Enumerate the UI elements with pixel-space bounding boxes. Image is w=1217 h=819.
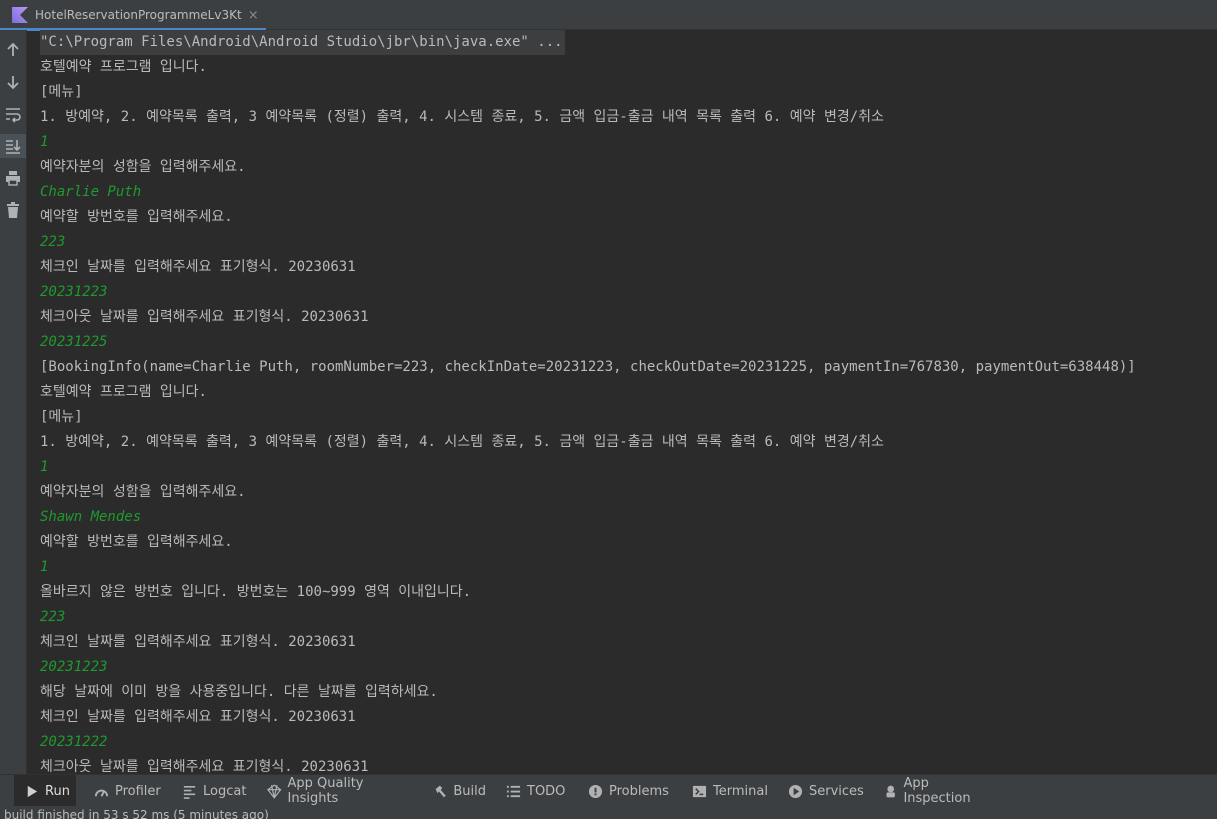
logcat-icon [183,785,196,799]
console-output-line: 예약자분의 성함을 입력해주세요. [40,484,246,500]
tool-tab-label: Problems [609,783,669,799]
services-icon [788,784,803,798]
tool-tab-label: TODO [527,783,566,799]
console-output-line: 체크인 날짜를 입력해주세요 표기형식. 20230631 [40,709,356,725]
tool-tab-app-inspection[interactable]: App Inspection [874,775,990,807]
tool-tab-todo[interactable]: TODO [496,775,568,807]
console-input-line: 223 [40,609,66,625]
tab-title: HotelReservationProgrammeLv3Kt [35,8,242,22]
tool-tab-label: Profiler [115,783,161,799]
list-icon [506,785,521,797]
tool-tab-label: Terminal [713,783,768,799]
soft-wrap-icon[interactable] [0,102,26,126]
editor-tab-bar: HotelReservationProgrammeLv3Kt × [0,0,1217,31]
console-output-line: 체크아웃 날짜를 입력해주세요 표기형식. 20230631 [40,759,369,774]
scroll-to-end-icon[interactable] [0,134,26,158]
play-icon [27,785,38,797]
tool-tab-label: App Quality Insights [287,776,364,806]
hammer-icon [435,785,446,797]
console-input-line: 1 [40,459,49,475]
console-output-line: 체크인 날짜를 입력해주세요 표기형식. 20230631 [40,259,356,275]
tool-tab-label: Run [45,783,70,799]
console-output-line: 예약할 방번호를 입력해주세요. [40,209,233,225]
info-icon [588,784,603,798]
run-config-tab[interactable]: HotelReservationProgrammeLv3Kt × [0,0,266,31]
console-output-line: 호텔예약 프로그램 입니다. [40,384,207,400]
terminal-icon [692,785,707,797]
console-command-line: "C:\Program Files\Android\Android Studio… [40,30,565,55]
tool-tab-label: Build [453,783,486,799]
tool-window-bar: Run Profiler Logcat App Quality Insights Bui… [0,774,1217,807]
console-input-line: 1 [40,134,49,150]
console-output-line: [BookingInfo(name=Charlie Puth, roomNumb… [40,359,1136,375]
run-toolbar [0,30,27,774]
console-input-line: 1 [40,559,49,575]
tool-tab-logcat[interactable]: Logcat [172,775,248,807]
down-arrow-icon[interactable] [0,70,26,94]
tool-tab-app-quality-insights[interactable]: App Quality Insights [257,775,414,807]
close-icon[interactable]: × [248,8,259,23]
tool-tab-label: Logcat [203,783,247,799]
console-output-line: 체크아웃 날짜를 입력해주세요 표기형식. 20230631 [40,309,369,325]
console-input-line: 223 [40,234,66,250]
console-input-line: Charlie Puth [40,184,142,200]
console-input-line: 20231225 [40,334,108,350]
console-output-line: 해당 날짜에 이미 방을 사용중입니다. 다른 날짜를 입력하세요. [40,684,438,700]
gauge-icon [94,789,109,797]
console-output-line: 1. 방예약, 2. 예약목록 출력, 3 예약목록 (정렬) 출력, 4. 시… [40,109,884,125]
console-input-line: 20231223 [40,659,108,675]
console-input-line: 20231222 [40,734,108,750]
tool-tab-terminal[interactable]: Terminal [682,775,768,807]
console-output-line: 예약자분의 성함을 입력해주세요. [40,159,246,175]
inspection-icon [886,785,895,797]
console-output[interactable]: "C:\Program Files\Android\Android Studio… [30,30,1217,774]
kotlin-icon [12,7,28,23]
console-output-line: 1. 방예약, 2. 예약목록 출력, 3 예약목록 (정렬) 출력, 4. 시… [40,434,884,450]
console-output-line: [메뉴] [40,84,83,100]
tool-tab-build[interactable]: Build [424,775,486,807]
console-output-line: 호텔예약 프로그램 입니다. [40,59,207,75]
console-input-line: Shawn Mendes [40,509,142,525]
status-bar: build finished in 53 s 52 ms (5 minutes … [0,806,1217,819]
console-output-line: 체크인 날짜를 입력해주세요 표기형식. 20230631 [40,634,356,650]
console-output-line: 예약할 방번호를 입력해주세요. [40,534,233,550]
console-output-line: 올바르지 않은 방번호 입니다. 방번호는 100~999 영역 이내입니다. [40,584,472,600]
up-arrow-icon[interactable] [0,38,26,62]
console-output-line: [메뉴] [40,409,83,425]
tool-tab-run[interactable]: Run [14,775,76,807]
tool-tab-profiler[interactable]: Profiler [84,775,162,807]
tool-tab-problems[interactable]: Problems [578,775,672,807]
diamond-icon [267,783,282,799]
tool-tab-services[interactable]: Services [778,775,864,807]
tool-tab-label: Services [809,783,864,799]
trash-icon[interactable] [0,198,26,222]
print-icon[interactable] [0,166,26,190]
tool-tab-label: App Inspection [903,776,971,806]
status-text: build finished in 53 s 52 ms (5 minutes … [4,808,269,819]
console-input-line: 20231223 [40,284,108,300]
